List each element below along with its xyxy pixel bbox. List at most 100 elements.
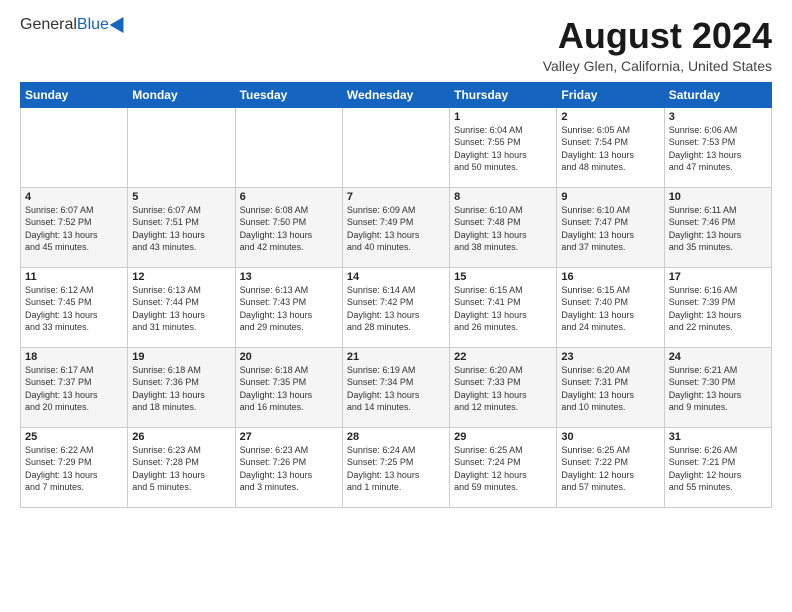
calendar-week-1: 1Sunrise: 6:04 AM Sunset: 7:55 PM Daylig… [21, 107, 772, 187]
logo-blue-text: Blue [77, 16, 109, 33]
day-info: Sunrise: 6:06 AM Sunset: 7:53 PM Dayligh… [669, 124, 767, 174]
calendar-cell: 9Sunrise: 6:10 AM Sunset: 7:47 PM Daylig… [557, 187, 664, 267]
col-header-saturday: Saturday [664, 82, 771, 107]
day-number: 9 [561, 191, 659, 203]
calendar-cell: 27Sunrise: 6:23 AM Sunset: 7:26 PM Dayli… [235, 427, 342, 507]
day-info: Sunrise: 6:26 AM Sunset: 7:21 PM Dayligh… [669, 444, 767, 494]
day-number: 13 [240, 271, 338, 283]
calendar-cell: 2Sunrise: 6:05 AM Sunset: 7:54 PM Daylig… [557, 107, 664, 187]
header: GeneralBlue August 2024 Valley Glen, Cal… [20, 16, 772, 74]
day-info: Sunrise: 6:14 AM Sunset: 7:42 PM Dayligh… [347, 284, 445, 334]
day-info: Sunrise: 6:25 AM Sunset: 7:22 PM Dayligh… [561, 444, 659, 494]
day-number: 15 [454, 271, 552, 283]
calendar-cell: 8Sunrise: 6:10 AM Sunset: 7:48 PM Daylig… [450, 187, 557, 267]
day-number: 11 [25, 271, 123, 283]
day-info: Sunrise: 6:07 AM Sunset: 7:52 PM Dayligh… [25, 204, 123, 254]
day-info: Sunrise: 6:13 AM Sunset: 7:44 PM Dayligh… [132, 284, 230, 334]
calendar-cell [128, 107, 235, 187]
calendar-header-row: SundayMondayTuesdayWednesdayThursdayFrid… [21, 82, 772, 107]
calendar-cell: 20Sunrise: 6:18 AM Sunset: 7:35 PM Dayli… [235, 347, 342, 427]
calendar-cell: 11Sunrise: 6:12 AM Sunset: 7:45 PM Dayli… [21, 267, 128, 347]
calendar-cell: 12Sunrise: 6:13 AM Sunset: 7:44 PM Dayli… [128, 267, 235, 347]
calendar-cell: 1Sunrise: 6:04 AM Sunset: 7:55 PM Daylig… [450, 107, 557, 187]
calendar-cell [235, 107, 342, 187]
day-info: Sunrise: 6:23 AM Sunset: 7:28 PM Dayligh… [132, 444, 230, 494]
calendar-cell [21, 107, 128, 187]
day-info: Sunrise: 6:04 AM Sunset: 7:55 PM Dayligh… [454, 124, 552, 174]
calendar-cell: 29Sunrise: 6:25 AM Sunset: 7:24 PM Dayli… [450, 427, 557, 507]
calendar-cell [342, 107, 449, 187]
calendar-cell: 15Sunrise: 6:15 AM Sunset: 7:41 PM Dayli… [450, 267, 557, 347]
calendar-cell: 16Sunrise: 6:15 AM Sunset: 7:40 PM Dayli… [557, 267, 664, 347]
calendar-cell: 18Sunrise: 6:17 AM Sunset: 7:37 PM Dayli… [21, 347, 128, 427]
day-number: 29 [454, 431, 552, 443]
day-number: 19 [132, 351, 230, 363]
day-info: Sunrise: 6:19 AM Sunset: 7:34 PM Dayligh… [347, 364, 445, 414]
calendar-cell: 25Sunrise: 6:22 AM Sunset: 7:29 PM Dayli… [21, 427, 128, 507]
day-number: 28 [347, 431, 445, 443]
day-number: 16 [561, 271, 659, 283]
day-number: 24 [669, 351, 767, 363]
day-number: 27 [240, 431, 338, 443]
day-number: 10 [669, 191, 767, 203]
calendar-week-5: 25Sunrise: 6:22 AM Sunset: 7:29 PM Dayli… [21, 427, 772, 507]
day-info: Sunrise: 6:11 AM Sunset: 7:46 PM Dayligh… [669, 204, 767, 254]
col-header-tuesday: Tuesday [235, 82, 342, 107]
day-info: Sunrise: 6:12 AM Sunset: 7:45 PM Dayligh… [25, 284, 123, 334]
day-info: Sunrise: 6:09 AM Sunset: 7:49 PM Dayligh… [347, 204, 445, 254]
calendar-cell: 7Sunrise: 6:09 AM Sunset: 7:49 PM Daylig… [342, 187, 449, 267]
calendar-week-3: 11Sunrise: 6:12 AM Sunset: 7:45 PM Dayli… [21, 267, 772, 347]
day-info: Sunrise: 6:10 AM Sunset: 7:48 PM Dayligh… [454, 204, 552, 254]
day-number: 26 [132, 431, 230, 443]
col-header-friday: Friday [557, 82, 664, 107]
day-info: Sunrise: 6:10 AM Sunset: 7:47 PM Dayligh… [561, 204, 659, 254]
calendar-cell: 6Sunrise: 6:08 AM Sunset: 7:50 PM Daylig… [235, 187, 342, 267]
day-number: 22 [454, 351, 552, 363]
day-info: Sunrise: 6:05 AM Sunset: 7:54 PM Dayligh… [561, 124, 659, 174]
calendar-cell: 10Sunrise: 6:11 AM Sunset: 7:46 PM Dayli… [664, 187, 771, 267]
calendar-cell: 3Sunrise: 6:06 AM Sunset: 7:53 PM Daylig… [664, 107, 771, 187]
day-info: Sunrise: 6:22 AM Sunset: 7:29 PM Dayligh… [25, 444, 123, 494]
day-info: Sunrise: 6:21 AM Sunset: 7:30 PM Dayligh… [669, 364, 767, 414]
logo-triangle-icon [110, 13, 131, 33]
day-number: 6 [240, 191, 338, 203]
calendar-week-4: 18Sunrise: 6:17 AM Sunset: 7:37 PM Dayli… [21, 347, 772, 427]
day-number: 7 [347, 191, 445, 203]
day-number: 8 [454, 191, 552, 203]
calendar-cell: 22Sunrise: 6:20 AM Sunset: 7:33 PM Dayli… [450, 347, 557, 427]
calendar-cell: 21Sunrise: 6:19 AM Sunset: 7:34 PM Dayli… [342, 347, 449, 427]
col-header-monday: Monday [128, 82, 235, 107]
day-number: 5 [132, 191, 230, 203]
calendar-cell: 23Sunrise: 6:20 AM Sunset: 7:31 PM Dayli… [557, 347, 664, 427]
day-number: 25 [25, 431, 123, 443]
calendar-cell: 26Sunrise: 6:23 AM Sunset: 7:28 PM Dayli… [128, 427, 235, 507]
day-number: 18 [25, 351, 123, 363]
day-info: Sunrise: 6:07 AM Sunset: 7:51 PM Dayligh… [132, 204, 230, 254]
calendar-cell: 13Sunrise: 6:13 AM Sunset: 7:43 PM Dayli… [235, 267, 342, 347]
calendar-cell: 19Sunrise: 6:18 AM Sunset: 7:36 PM Dayli… [128, 347, 235, 427]
col-header-wednesday: Wednesday [342, 82, 449, 107]
calendar-cell: 17Sunrise: 6:16 AM Sunset: 7:39 PM Dayli… [664, 267, 771, 347]
day-info: Sunrise: 6:20 AM Sunset: 7:33 PM Dayligh… [454, 364, 552, 414]
calendar-cell: 14Sunrise: 6:14 AM Sunset: 7:42 PM Dayli… [342, 267, 449, 347]
day-info: Sunrise: 6:08 AM Sunset: 7:50 PM Dayligh… [240, 204, 338, 254]
calendar-week-2: 4Sunrise: 6:07 AM Sunset: 7:52 PM Daylig… [21, 187, 772, 267]
day-number: 31 [669, 431, 767, 443]
calendar-cell: 31Sunrise: 6:26 AM Sunset: 7:21 PM Dayli… [664, 427, 771, 507]
col-header-thursday: Thursday [450, 82, 557, 107]
day-number: 3 [669, 111, 767, 123]
calendar-table: SundayMondayTuesdayWednesdayThursdayFrid… [20, 82, 772, 508]
page: GeneralBlue August 2024 Valley Glen, Cal… [0, 0, 792, 612]
day-info: Sunrise: 6:24 AM Sunset: 7:25 PM Dayligh… [347, 444, 445, 494]
day-info: Sunrise: 6:23 AM Sunset: 7:26 PM Dayligh… [240, 444, 338, 494]
day-info: Sunrise: 6:15 AM Sunset: 7:40 PM Dayligh… [561, 284, 659, 334]
col-header-sunday: Sunday [21, 82, 128, 107]
day-number: 20 [240, 351, 338, 363]
day-info: Sunrise: 6:20 AM Sunset: 7:31 PM Dayligh… [561, 364, 659, 414]
day-info: Sunrise: 6:13 AM Sunset: 7:43 PM Dayligh… [240, 284, 338, 334]
day-info: Sunrise: 6:16 AM Sunset: 7:39 PM Dayligh… [669, 284, 767, 334]
day-number: 1 [454, 111, 552, 123]
logo-general-text: General [20, 16, 77, 33]
day-number: 2 [561, 111, 659, 123]
title-area: August 2024 Valley Glen, California, Uni… [543, 16, 772, 74]
